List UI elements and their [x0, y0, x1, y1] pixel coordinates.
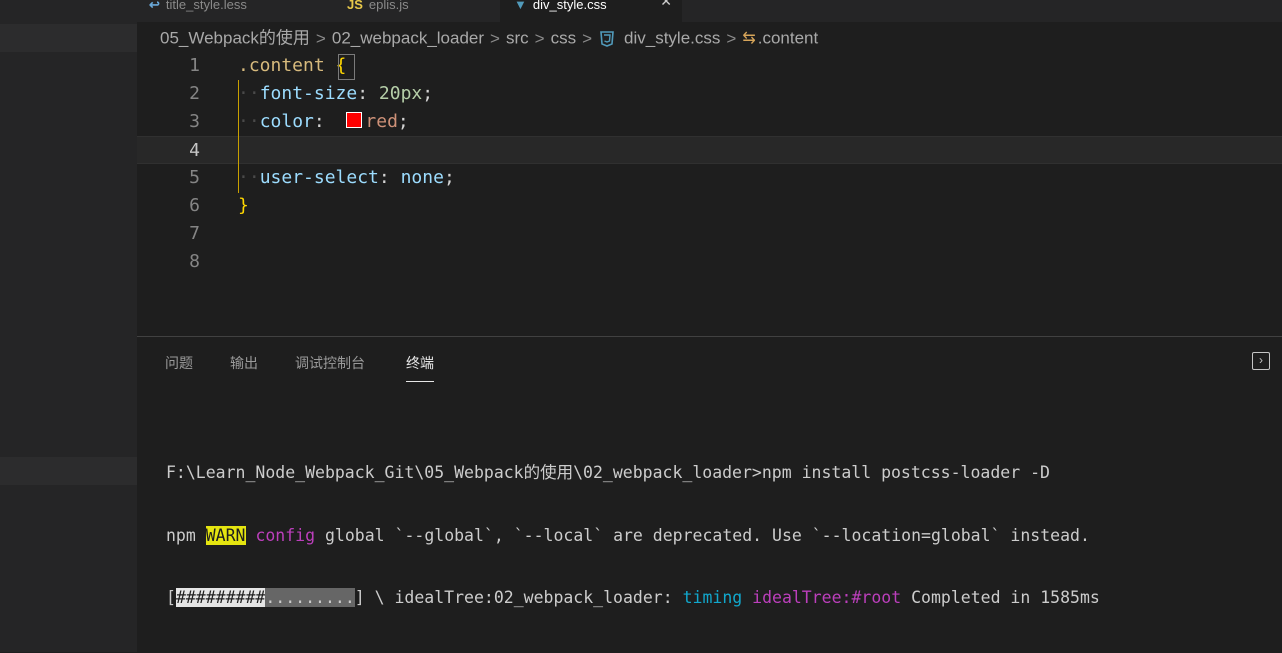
css3-icon [600, 30, 614, 47]
css-value: red [365, 111, 398, 132]
code-line-2[interactable]: 2 ··font-size: 20px; [137, 80, 1282, 108]
editor-tab-bar: ↩ title_style.less JS eplis.js ▼ div_style.… [137, 0, 1282, 22]
breadcrumb-file[interactable]: div_style.css [624, 29, 720, 48]
breadcrumb-symbol[interactable]: .content [758, 29, 819, 48]
close-tab-icon[interactable]: ✕ [660, 0, 672, 8]
spinner: \ [374, 588, 385, 607]
line-number: 6 [189, 195, 200, 216]
terminal-line: [#########.........] \ idealTree:02_webp… [166, 588, 1100, 607]
chevron-right-icon: > [726, 28, 737, 48]
css-property: color [259, 111, 314, 132]
tab-output[interactable]: 输出 [230, 353, 258, 373]
code-line-1[interactable]: 1 .content { [137, 52, 1282, 80]
code-editor[interactable]: 1 .content { 2 ··font-size: 20px; 3 ··co… [137, 52, 1282, 336]
breadcrumb-item-loader[interactable]: 02_webpack_loader [332, 29, 484, 48]
chevron-right-icon: > [490, 28, 500, 48]
tab-eplis-js[interactable]: JS eplis.js [347, 0, 497, 22]
progress-bar-filled: ######### [175, 588, 266, 607]
code-line-5[interactable]: 5 ··user-select: none; [137, 164, 1282, 192]
tab-debug-console[interactable]: 调试控制台 [295, 353, 365, 373]
css-selector: .content [238, 55, 325, 76]
terminal-line: npm WARN config global `--global`, `--lo… [166, 525, 1090, 545]
warn-badge: WARN [205, 525, 246, 545]
terminal-line: F:\Learn_Node_Webpack_Git\05_Webpack的使用\… [166, 463, 1050, 482]
css-property: user-select [259, 167, 379, 188]
code-line-8[interactable]: 8 [137, 248, 1282, 276]
less-file-icon: ↩ [149, 0, 160, 12]
bottom-panel: 问题 输出 调试控制台 终端 › F:\Learn_Node_Webpack_G… [137, 336, 1282, 653]
code-line-6[interactable]: 6 } [137, 192, 1282, 220]
breadcrumb: 05_Webpack的使用 >02_webpack_loader > src > css >… [137, 24, 1282, 52]
chevron-right-icon: > [582, 28, 593, 48]
css-value: none [400, 167, 444, 188]
terminal-launch-icon[interactable]: › [1252, 352, 1270, 370]
code-line-7[interactable]: 7 [137, 220, 1282, 248]
indent-guide [238, 80, 239, 193]
selector-symbol-icon: ⇆ [742, 29, 756, 47]
tab-title-style-less[interactable]: ↩ title_style.less [149, 0, 329, 22]
line-number: 5 [189, 167, 200, 188]
explorer-sidebar [0, 0, 137, 652]
css-file-icon: ▼ [514, 0, 527, 12]
line-number: 7 [189, 223, 200, 244]
breadcrumb-item-src[interactable]: src [506, 29, 529, 48]
chevron-right-icon: > [534, 28, 545, 48]
close-brace: } [238, 195, 249, 216]
tab-problems[interactable]: 问题 [165, 353, 193, 373]
breadcrumb-item-css[interactable]: css [551, 29, 577, 48]
js-file-icon: JS [347, 0, 363, 12]
line-number: 2 [189, 83, 200, 104]
tab-div-style-css[interactable]: ▼ div_style.css ✕ [500, 0, 682, 22]
sidebar-row-highlight[interactable] [0, 24, 137, 52]
line-number: 4 [189, 140, 200, 161]
line-number: 3 [189, 111, 200, 132]
line-number: 8 [189, 251, 200, 272]
tab-terminal[interactable]: 终端 [406, 353, 434, 382]
line-number: 1 [189, 55, 200, 76]
css-property: font-size [259, 83, 358, 104]
breadcrumb-item-folder[interactable]: 05_Webpack的使用 [160, 29, 310, 48]
terminal-output[interactable]: F:\Learn_Node_Webpack_Git\05_Webpack的使用\… [166, 423, 1100, 649]
code-line-3[interactable]: 3 ··color: red; [137, 108, 1282, 136]
color-swatch[interactable] [346, 112, 363, 128]
chevron-right-icon: > [315, 28, 326, 48]
css-value: 20px [378, 83, 423, 104]
sidebar-section-header[interactable] [0, 457, 137, 485]
bracket-match-highlight [338, 54, 355, 80]
code-line-4[interactable]: 4 [137, 136, 1282, 164]
progress-bar-empty: ......... [265, 588, 355, 607]
